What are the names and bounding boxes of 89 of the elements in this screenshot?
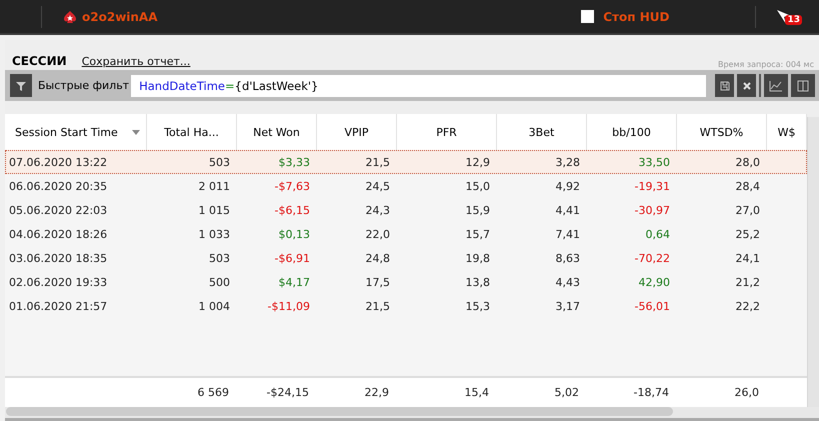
table-cell-text: 24,1 [734,252,761,264]
hud-checkbox[interactable] [581,10,594,23]
table-cell-text: 21,2 [734,276,761,288]
vertical-scrollbar[interactable] [807,117,819,407]
table-cell-text: 4,92 [554,180,581,192]
table-cell-text: 24,3 [364,204,391,216]
table-cell-text: 24,5 [364,180,391,192]
table-cell-text: 04.06.2020 18:26 [8,228,108,240]
table-cell-text: $4,17 [278,276,311,288]
table-cell-text: 503 [208,252,231,264]
total-cell: -18,74 [634,386,669,399]
total-cell: 15,4 [464,386,489,399]
table-cell-text: 15,7 [464,228,491,240]
table-cell-text: 21,5 [364,300,391,312]
notification-badge: 13 [785,14,802,24]
table-cell-text: 7,41 [554,228,581,240]
table-cell-text: 19,8 [464,252,491,264]
table-cell-text: -56,01 [634,300,671,312]
sort-caret-icon [132,130,140,134]
table-cell-text: 13,8 [464,276,491,288]
table-cell-text: 4,43 [554,276,581,288]
columns-icon[interactable] [791,74,815,97]
table-row[interactable]: 04.06.2020 18:26 1 033 $0,13 22,0 15,7 7,41 0,64 25,2 [5,222,807,246]
funnel-icon [16,80,26,90]
table-cell-text: 03.06.2020 18:35 [8,252,108,264]
table-cell-text: -$7,63 [274,180,311,192]
table-cell-text: 503 [208,156,231,168]
table-cell-text: 27,0 [734,204,761,216]
table-cell-text: 1 004 [198,300,231,312]
table-cell-text: 42,90 [638,276,671,288]
table-cell-text: -19,31 [634,180,671,192]
hud-label: Стоп HUD [603,10,670,24]
table-cell-text: 22,0 [364,228,391,240]
table-cell-text: $0,13 [278,228,311,240]
total-cell: 26,0 [734,386,759,399]
table-cell-text: 4,41 [554,204,581,216]
total-cell: 5,02 [554,386,579,399]
table-cell-text: 8,63 [554,252,581,264]
table-cell-text: -$6,91 [274,252,311,264]
table-cell-text: 22,2 [734,300,761,312]
clear-icon[interactable] [737,74,756,97]
table-row[interactable]: 02.06.2020 19:33 500 $4,17 17,5 13,8 4,43 42,90 21,2 [5,270,807,294]
table-row[interactable]: 07.06.2020 13:22 503 $3,33 21,5 12,9 3,28 33,50 28,0 [5,150,807,174]
table-cell-text: 0,64 [644,228,671,240]
table-cell-text: 3,28 [554,156,581,168]
table-row[interactable]: 06.06.2020 20:35 2 011 -$7,63 24,5 15,0 4,92 -19,31 28,4 [5,174,807,198]
query-time: Время запроса: 004 мс [718,60,814,69]
save-icon[interactable] [715,74,734,97]
table-cell-text: 1 033 [198,228,231,240]
table-cell-text: 05.06.2020 22:03 [8,204,108,216]
spade-icon [63,10,77,24]
table-cell-text: -30,97 [634,204,671,216]
table-cell-text: 28,0 [734,156,761,168]
table-cell-text: 15,0 [464,180,491,192]
total-cell: 22,9 [364,386,389,399]
table-cell-text: -$11,09 [266,300,311,312]
table-cell-text: 02.06.2020 19:33 [8,276,108,288]
table-cell-text: 33,50 [638,156,671,168]
table-cell-text: 21,5 [364,156,391,168]
table-cell-text: 500 [208,276,231,288]
table-cell-text: 1 015 [198,204,231,216]
account-name[interactable]: o2o2winAA [82,10,158,24]
table-cell-text: 01.06.2020 21:57 [8,300,108,312]
filter-input[interactable]: HandDateTime={d'LastWeek'} [131,74,706,96]
table-cell-text: 12,9 [464,156,491,168]
filter-button[interactable] [10,74,32,97]
table-cell-text: -70,22 [634,252,671,264]
chart-icon[interactable] [764,74,788,97]
save-report-link[interactable]: Сохранить отчет... [82,55,190,68]
table-row[interactable]: 01.06.2020 21:57 1 004 -$11,09 21,5 15,3 3,17 -56,01 22,2 [5,294,807,318]
table-cell-text: 15,9 [464,204,491,216]
table-cell-text: 25,2 [734,228,761,240]
table-cell-text: $3,33 [278,156,311,168]
table-cell-text: 2 011 [198,180,231,192]
table-cell-text: -$6,15 [274,204,311,216]
total-cell: -$24,15 [266,386,309,399]
section-title: СЕССИИ [12,54,67,68]
horizontal-scrollbar[interactable] [5,407,819,421]
table-cell-text: 28,4 [734,180,761,192]
table-row[interactable]: 05.06.2020 22:03 1 015 -$6,15 24,3 15,9 4,41 -30,97 27,0 [5,198,807,222]
table-cell-text: 15,3 [464,300,491,312]
total-cell: 6 569 [198,386,229,399]
table-cell-text: 3,17 [554,300,581,312]
filter-label: Быстрые фильт [38,79,130,92]
table-cell-text: 07.06.2020 13:22 [8,156,108,168]
table-cell-text: 24,8 [364,252,391,264]
table-cell-text: 17,5 [364,276,391,288]
table-row[interactable]: 03.06.2020 18:35 503 -$6,91 24,8 19,8 8,63 -70,22 24,1 [5,246,807,270]
table-cell-text: 06.06.2020 20:35 [8,180,108,192]
